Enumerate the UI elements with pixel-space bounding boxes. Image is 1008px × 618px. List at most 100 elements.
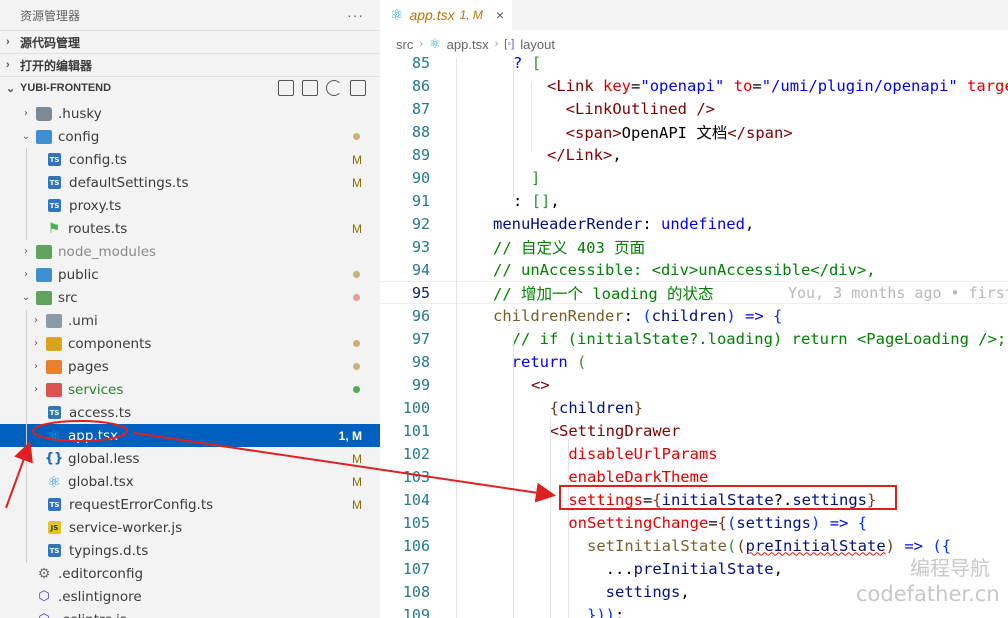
breadcrumb-file[interactable]: app.tsx	[447, 37, 489, 52]
file-tree-item[interactable]: ⚙ .editorconfig	[0, 562, 380, 585]
indent-guide	[26, 310, 27, 563]
file-tree-label: service-worker.js	[69, 519, 183, 536]
code-line[interactable]: 97 // if (initialState?.loading) return …	[380, 327, 1008, 350]
tab-bar: ⚛ app.tsx 1, M ×	[380, 0, 1008, 30]
more-actions-icon[interactable]: ···	[347, 7, 364, 23]
git-status-badge: M	[352, 221, 362, 236]
git-status-dot	[353, 271, 360, 278]
file-tree-item[interactable]: TS typings.d.ts	[0, 539, 380, 562]
code-line[interactable]: 96 childrenRender: (children) => {	[380, 304, 1008, 327]
code-text: onSettingChange={(settings) => {	[568, 513, 868, 532]
chevron-right-icon[interactable]: ›	[20, 269, 32, 280]
line-number: 90	[411, 168, 430, 187]
tab-app-tsx[interactable]: ⚛ app.tsx 1, M ×	[380, 0, 512, 30]
section-source-control[interactable]: › 源代码管理	[0, 30, 380, 53]
chevron-right-icon[interactable]: ›	[30, 315, 42, 326]
code-text: {children}	[549, 398, 644, 417]
line-number: 89	[411, 145, 430, 164]
indent-guide	[26, 148, 27, 240]
code-line[interactable]: 98 return (	[380, 350, 1008, 373]
javascript-icon: JS	[48, 521, 61, 534]
file-tree-item[interactable]: ⌄ src	[0, 286, 380, 309]
section-open-editors[interactable]: › 打开的编辑器	[0, 53, 380, 76]
chevron-right-icon[interactable]: ›	[30, 338, 42, 349]
file-tree-item[interactable]: ⚑ routes.ts M	[0, 217, 380, 240]
file-tree-item[interactable]: › .husky	[0, 102, 380, 125]
collapse-all-icon[interactable]	[350, 80, 366, 96]
git-blame-annotation: You, 3 months ago • first	[788, 283, 1008, 302]
umi-folder-icon	[46, 313, 62, 328]
services-folder-icon	[46, 382, 62, 397]
file-tree-item[interactable]: › pages	[0, 355, 380, 378]
breadcrumb-symbol[interactable]: layout	[520, 37, 555, 52]
code-line[interactable]: 89 </Link>,	[380, 143, 1008, 166]
line-number: 103	[402, 467, 430, 486]
code-line[interactable]: 101 <SettingDrawer	[380, 419, 1008, 442]
code-line[interactable]: 86 <Link key="openapi" to="/umi/plugin/op…	[380, 74, 1008, 97]
editorconfig-icon: ⚙	[37, 565, 51, 582]
file-tree-item[interactable]: ⌄ config	[0, 125, 380, 148]
code-line[interactable]: 90]	[380, 166, 1008, 189]
code-text: <SettingDrawer	[549, 421, 681, 440]
line-number: 102	[402, 444, 430, 463]
file-tree-item[interactable]: TS proxy.ts	[0, 194, 380, 217]
code-text: // 自定义 403 页面	[493, 238, 646, 257]
file-tree-item[interactable]: › services	[0, 378, 380, 401]
file-tree-item[interactable]: ⚛ global.tsx M	[0, 470, 380, 493]
code-line[interactable]: 102 disableUrlParams	[380, 442, 1008, 465]
new-file-icon[interactable]	[278, 80, 294, 96]
chevron-right-icon[interactable]: ›	[20, 108, 32, 119]
file-tree-item[interactable]: {} global.less M	[0, 447, 380, 470]
file-tree-label: .husky	[58, 105, 102, 122]
code-line[interactable]: 85 ? [	[380, 51, 1008, 74]
file-tree-item[interactable]: TS defaultSettings.ts M	[0, 171, 380, 194]
react-icon: ⚛	[47, 472, 61, 491]
code-line[interactable]: 100 {children}	[380, 396, 1008, 419]
file-tree-item[interactable]: ⬡ .eslintignore	[0, 585, 380, 608]
editor-pane: ⚛ app.tsx 1, M × src › ⚛ app.tsx › [◦] l…	[380, 0, 1008, 618]
section-title: 源代码管理	[20, 35, 81, 50]
code-line[interactable]: 95 // 增加一个 loading 的状态 You, 3 months ago •…	[380, 281, 1008, 304]
new-folder-icon[interactable]	[302, 80, 318, 96]
code-line[interactable]: 99 <>	[380, 373, 1008, 396]
code-text: childrenRender: (children) => {	[493, 306, 783, 325]
file-tree-item[interactable]: ⚛ app.tsx 1, M	[0, 424, 380, 447]
line-number: 86	[411, 76, 430, 95]
line-number: 88	[411, 122, 430, 141]
code-text: return (	[511, 352, 587, 371]
chevron-down-icon[interactable]: ⌄	[20, 292, 32, 303]
chevron-right-icon[interactable]: ›	[20, 246, 32, 257]
file-tree-item[interactable]: › public	[0, 263, 380, 286]
code-line[interactable]: 87 <LinkOutlined />	[380, 97, 1008, 120]
react-icon: ⚛	[47, 426, 61, 445]
refresh-icon[interactable]	[326, 80, 342, 96]
chevron-right-icon[interactable]: ›	[30, 361, 42, 372]
typescript-icon: TS	[48, 406, 61, 419]
breadcrumb-folder[interactable]: src	[396, 37, 413, 52]
annotation-highlight-box	[559, 485, 897, 510]
code-text: // if (initialState?.loading) return <Pa…	[511, 329, 1007, 348]
file-tree-item[interactable]: TS access.ts	[0, 401, 380, 424]
code-line[interactable]: 93 // 自定义 403 页面	[380, 235, 1008, 258]
file-tree-item[interactable]: › components	[0, 332, 380, 355]
section-project[interactable]: ⌄ YUBI-FRONTEND	[0, 76, 380, 99]
code-line[interactable]: 105 onSettingChange={(settings) => {	[380, 511, 1008, 534]
file-tree-item[interactable]: JS service-worker.js	[0, 516, 380, 539]
watermark-title: 编程导航	[910, 556, 990, 580]
chevron-right-icon[interactable]: ›	[30, 384, 42, 395]
file-tree-label: requestErrorConfig.ts	[69, 496, 214, 513]
git-status-badge: M	[352, 152, 362, 167]
file-tree-item[interactable]: TS config.ts M	[0, 148, 380, 171]
file-tree-item[interactable]: › .umi	[0, 309, 380, 332]
code-line[interactable]: 91: [],	[380, 189, 1008, 212]
code-line[interactable]: 88 <span>OpenAPI 文档</span>	[380, 120, 1008, 143]
file-tree-label: public	[58, 266, 99, 283]
file-tree-item[interactable]: › node_modules	[0, 240, 380, 263]
file-tree-item[interactable]: ⬡ .eslintrc.js	[0, 608, 380, 618]
close-tab-icon[interactable]: ×	[496, 7, 504, 23]
code-line[interactable]: 92 menuHeaderRender: undefined,	[380, 212, 1008, 235]
chevron-down-icon[interactable]: ⌄	[20, 131, 32, 142]
file-tree-label: typings.d.ts	[69, 542, 149, 559]
code-line[interactable]: 94 // unAccessible: <div>unAccessible</di…	[380, 258, 1008, 281]
file-tree-item[interactable]: TS requestErrorConfig.ts M	[0, 493, 380, 516]
